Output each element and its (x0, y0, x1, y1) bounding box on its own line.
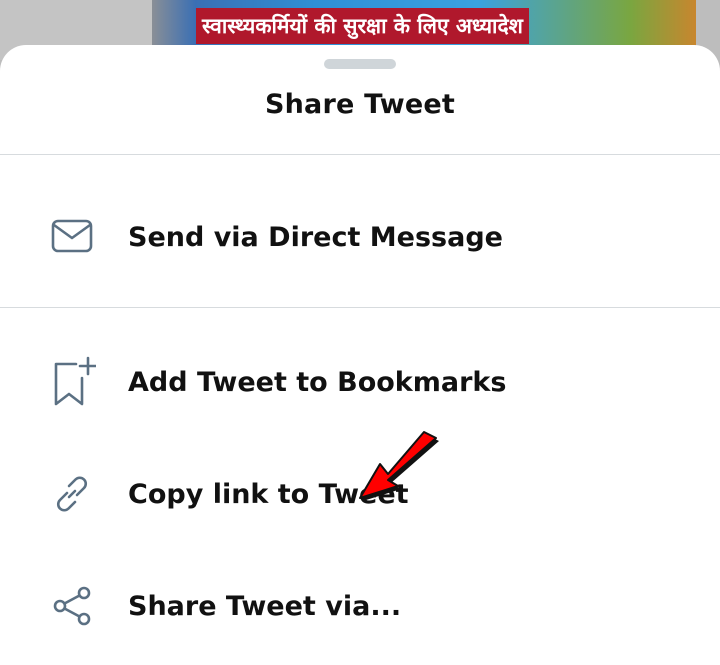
link-icon (48, 470, 96, 518)
send-via-direct-message-label: Send via Direct Message (128, 221, 503, 253)
share-icon (48, 582, 96, 630)
background-banner-text: स्वास्थ्यकर्मियों की सुरक्षा के लिए अध्य… (196, 8, 529, 44)
share-bottom-sheet: Share Tweet Send via Direct Message Add … (0, 45, 720, 665)
bookmark-add-icon (48, 356, 96, 406)
share-tweet-via-label: Share Tweet via... (128, 590, 402, 622)
send-via-direct-message-item[interactable]: Send via Direct Message (0, 195, 720, 279)
sheet-title: Share Tweet (264, 89, 456, 120)
section-divider (0, 307, 720, 308)
add-tweet-to-bookmarks-label: Add Tweet to Bookmarks (128, 366, 507, 398)
sheet-drag-handle[interactable] (324, 59, 396, 69)
add-tweet-to-bookmarks-item[interactable]: Add Tweet to Bookmarks (0, 340, 720, 424)
share-tweet-via-item[interactable]: Share Tweet via... (0, 564, 720, 648)
title-divider (0, 154, 720, 155)
mail-icon (48, 213, 96, 261)
red-pointer-arrow-icon (359, 431, 439, 501)
